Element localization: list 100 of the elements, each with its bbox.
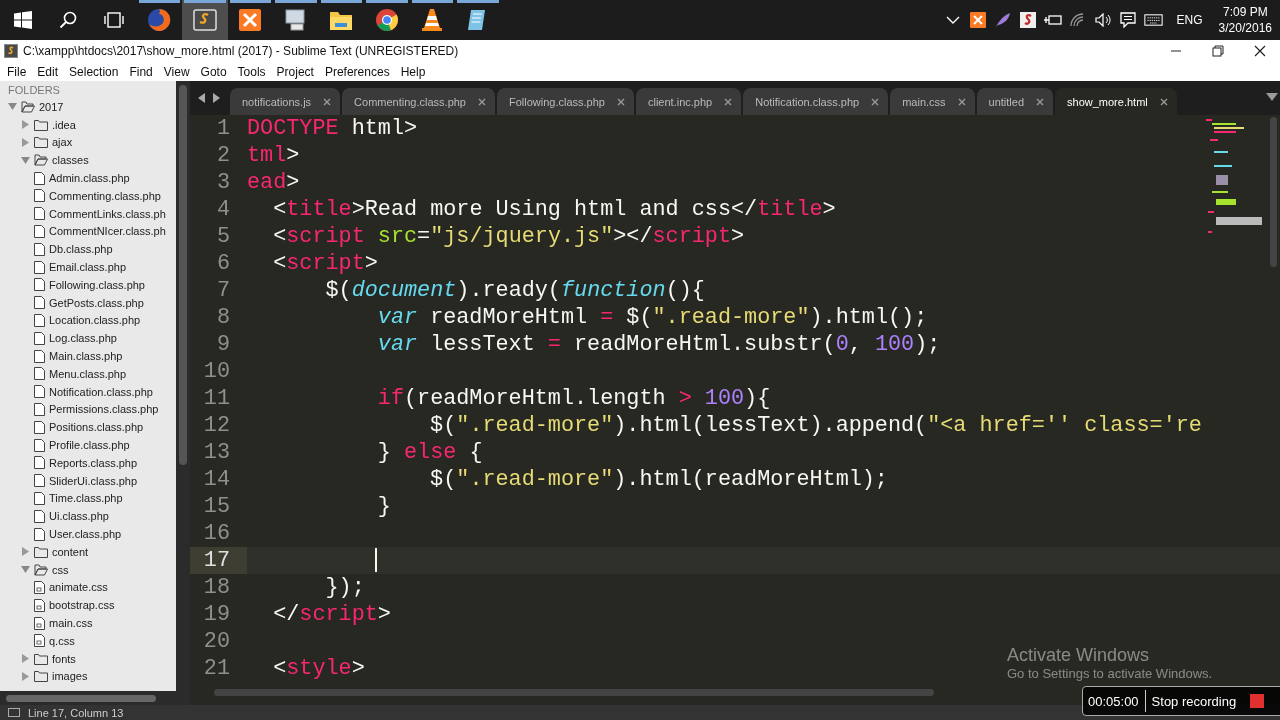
editor-tab[interactable]: Commenting.class.php	[342, 88, 495, 115]
scrollbar-thumb[interactable]	[6, 694, 156, 702]
file-icon	[34, 207, 45, 221]
activation-message: Go to Settings to activate Windows.	[1007, 666, 1213, 681]
document-entry[interactable]: CommentNIcer.class.ph	[49, 225, 166, 238]
document-entry[interactable]: Notification.class.php	[49, 385, 153, 398]
editor-tab[interactable]: Notification.class.php	[743, 88, 889, 115]
code-line: });	[324, 574, 365, 601]
editor-tab[interactable]: show_more.html	[1055, 88, 1177, 115]
folder-icon	[34, 118, 48, 131]
document-entry[interactable]: Ui.class.php	[49, 510, 109, 523]
close-icon[interactable]	[1254, 45, 1266, 57]
editor-tab[interactable]: client.inc.php	[636, 88, 742, 115]
document-entry[interactable]: GetPosts.class.php	[49, 296, 144, 309]
line-number: 13	[202, 439, 231, 466]
folder-entry[interactable]: ajax	[52, 136, 73, 149]
document-entry[interactable]: User.class.php	[49, 528, 122, 540]
tile-icon[interactable]	[1020, 12, 1037, 28]
tab-left-arrow-icon[interactable]	[198, 93, 206, 103]
file-icon	[34, 224, 45, 238]
document-entry[interactable]: Following.class.php	[49, 278, 145, 291]
line-number: 16	[202, 520, 231, 547]
file-icon	[34, 456, 45, 470]
editor-tab[interactable]: Following.class.php	[497, 88, 634, 115]
tab-list-icon[interactable]	[1266, 93, 1278, 102]
server-app-icon[interactable]	[970, 12, 987, 28]
folder-icon	[329, 9, 354, 31]
document-entry[interactable]: CommentLinks.class.ph	[49, 207, 166, 220]
folder-entry[interactable]: css	[52, 563, 69, 576]
editor-tab[interactable]: untitled	[976, 88, 1054, 115]
collapse-arrow-icon[interactable]	[8, 102, 17, 112]
document-entry[interactable]: Profile.class.php	[49, 439, 130, 452]
folder-entry[interactable]: content	[52, 545, 89, 558]
cursor-position: Line 17, Column 13	[28, 706, 124, 719]
stop-icon[interactable]	[1250, 694, 1265, 708]
document-entry[interactable]: animate.css	[49, 581, 108, 594]
document-entry[interactable]: Db.class.php	[49, 243, 113, 256]
folder-entry[interactable]: fonts	[52, 652, 76, 665]
document-entry[interactable]: Menu.class.php	[49, 367, 127, 380]
file-icon	[34, 313, 45, 327]
line-number: 7	[215, 277, 231, 304]
document-entry[interactable]: Main.class.php	[49, 350, 123, 363]
chevron-icon[interactable]	[946, 15, 961, 25]
line-number: 19	[202, 601, 231, 628]
menu-item[interactable]: Project	[276, 64, 314, 79]
document-entry[interactable]: Reports.class.php	[49, 456, 138, 469]
menu-item[interactable]: Find	[129, 64, 153, 79]
document-entry[interactable]: Email.class.php	[49, 261, 127, 274]
speaker-icon[interactable]	[1095, 13, 1112, 27]
editor-tab[interactable]: main.css	[890, 88, 975, 115]
tab-right-arrow-icon[interactable]	[212, 93, 220, 103]
stop-recording-button[interactable]: Stop recording	[1151, 693, 1237, 709]
document-entry[interactable]: Permissions.class.php	[49, 403, 159, 416]
activation-title: Activate Windows	[1007, 645, 1151, 666]
folder-entry[interactable]: images	[52, 670, 88, 683]
menu-item[interactable]: File	[7, 64, 27, 79]
line-number: 1	[215, 115, 231, 142]
line-number: 21	[202, 655, 231, 682]
collapse-arrow-icon[interactable]	[21, 565, 30, 575]
document-entry[interactable]: Admin.class.php	[49, 172, 130, 185]
folder-entry[interactable]: 2017	[39, 100, 64, 113]
menu-item[interactable]: Selection	[69, 64, 119, 79]
menu-item[interactable]: Preferences	[324, 64, 390, 79]
file-icon	[34, 527, 45, 541]
collapse-arrow-icon[interactable]	[21, 155, 30, 165]
document-entry[interactable]: Commenting.class.php	[49, 189, 161, 202]
document-entry[interactable]: bootstrap.css	[49, 599, 115, 612]
console-icon[interactable]	[8, 708, 20, 717]
line-number: 10	[202, 358, 231, 385]
keyboard-icon[interactable]	[1143, 13, 1163, 27]
document-entry[interactable]: q.css	[49, 634, 75, 647]
power-plug-icon[interactable]	[1044, 13, 1063, 27]
editor-tab[interactable]: notifications.js	[230, 88, 341, 115]
elapsed-time: 00:05:00	[1088, 693, 1139, 709]
menu-item[interactable]: Edit	[37, 64, 59, 79]
traffic-cone-icon	[420, 8, 445, 32]
scrollbar-thumb[interactable]	[1270, 117, 1277, 267]
code-line: tml>	[247, 142, 300, 169]
document-entry[interactable]: SliderUi.class.php	[49, 474, 138, 487]
menu-item[interactable]: Tools	[237, 64, 266, 79]
scrollbar-thumb[interactable]	[214, 689, 934, 696]
folder-entry[interactable]: classes	[52, 154, 89, 167]
folder-entry[interactable]: .idea	[52, 118, 76, 131]
document-entry[interactable]: Time.class.php	[49, 492, 123, 505]
menu-item[interactable]: Goto	[200, 64, 227, 79]
code-line: DOCTYPE html>	[247, 115, 418, 142]
document-entry[interactable]: Location.class.php	[49, 314, 141, 327]
restore-icon[interactable]	[1212, 45, 1224, 57]
menu-item[interactable]: View	[163, 64, 190, 79]
document-entry[interactable]: main.css	[49, 617, 93, 629]
sidebar-header: FOLDERS	[7, 83, 61, 98]
menu-item[interactable]: Help	[400, 64, 426, 79]
line-number: 6	[215, 250, 231, 277]
document-entry[interactable]: Positions.class.php	[49, 421, 144, 434]
language-indicator[interactable]: ENG	[1176, 13, 1203, 27]
notification-icon[interactable]	[1120, 12, 1137, 28]
window-title: C:\xampp\htdocs\2017\show_more.html (2017) - Sublime Text (UNREGISTERED)	[23, 44, 459, 58]
feather-icon[interactable]	[995, 12, 1012, 28]
document-entry[interactable]: Log.class.php	[49, 332, 117, 345]
scrollbar-thumb[interactable]	[179, 85, 187, 465]
